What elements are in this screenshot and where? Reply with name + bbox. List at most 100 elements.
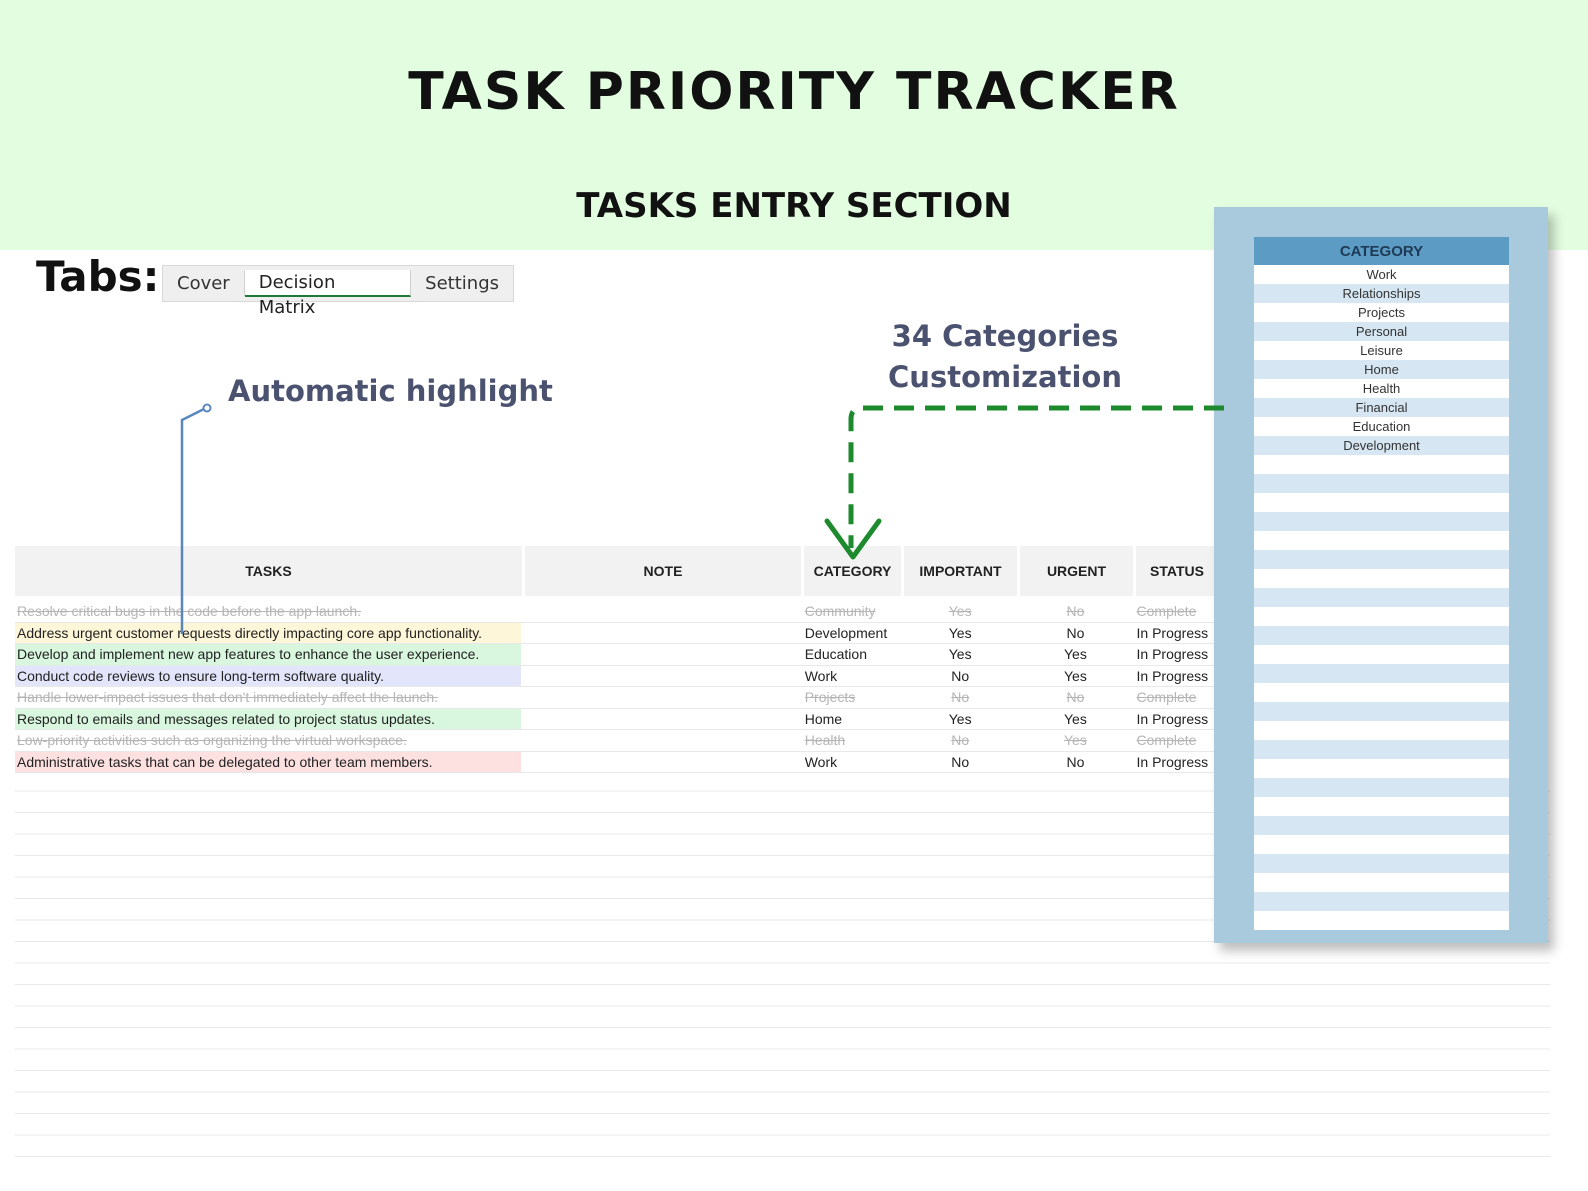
cell-urgent[interactable]: Yes	[1019, 709, 1131, 730]
category-empty-row[interactable]	[1254, 455, 1509, 474]
category-empty-row[interactable]	[1254, 683, 1509, 702]
cell-note[interactable]	[524, 644, 800, 665]
category-empty-row[interactable]	[1254, 512, 1509, 531]
cell-status[interactable]: In Progress	[1135, 709, 1218, 730]
category-item[interactable]: Financial	[1254, 398, 1509, 417]
category-empty-row[interactable]	[1254, 721, 1509, 740]
tab-cover[interactable]: Cover	[163, 271, 245, 296]
cell-note[interactable]	[524, 709, 800, 730]
cell-note[interactable]	[524, 752, 800, 773]
cell-status[interactable]: Complete	[1135, 730, 1218, 751]
header-category[interactable]: CATEGORY	[804, 546, 901, 596]
cell-urgent[interactable]: Yes	[1019, 644, 1131, 665]
cell-status[interactable]: In Progress	[1135, 666, 1218, 687]
cell-urgent[interactable]: No	[1019, 687, 1131, 708]
category-item[interactable]: Home	[1254, 360, 1509, 379]
cell-urgent[interactable]: No	[1019, 623, 1131, 644]
cell-task[interactable]: Develop and implement new app features t…	[15, 644, 521, 665]
header-note[interactable]: NOTE	[525, 546, 801, 596]
table-row[interactable]: Conduct code reviews to ensure long-term…	[15, 665, 1221, 687]
cell-category[interactable]: Community	[803, 601, 901, 622]
cell-status[interactable]: In Progress	[1135, 644, 1218, 665]
category-empty-row[interactable]	[1254, 854, 1509, 873]
table-row[interactable]: Address urgent customer requests directl…	[15, 622, 1221, 644]
category-item[interactable]: Relationships	[1254, 284, 1509, 303]
cell-status[interactable]: Complete	[1135, 687, 1218, 708]
cell-important[interactable]: Yes	[904, 601, 1016, 622]
table-row[interactable]: Resolve critical bugs in the code before…	[15, 601, 1221, 623]
header-urgent[interactable]: URGENT	[1020, 546, 1133, 596]
tab-decision-matrix[interactable]: Decision Matrix	[244, 270, 412, 318]
category-empty-row[interactable]	[1254, 664, 1509, 683]
cell-task[interactable]: Handle lower-impact issues that don't im…	[15, 687, 521, 708]
table-row[interactable]: Administrative tasks that can be delegat…	[15, 751, 1221, 773]
table-row[interactable]: Low-priority activities such as organizi…	[15, 730, 1221, 752]
category-empty-row[interactable]	[1254, 626, 1509, 645]
category-empty-row[interactable]	[1254, 569, 1509, 588]
cell-task[interactable]: Administrative tasks that can be delegat…	[15, 751, 521, 772]
category-empty-row[interactable]	[1254, 892, 1509, 911]
cell-important[interactable]: No	[904, 666, 1016, 687]
category-empty-row[interactable]	[1254, 835, 1509, 854]
category-empty-row[interactable]	[1254, 911, 1509, 930]
header-important[interactable]: IMPORTANT	[904, 546, 1017, 596]
cell-urgent[interactable]: Yes	[1019, 730, 1131, 751]
cell-status[interactable]: In Progress	[1135, 752, 1218, 773]
cell-note[interactable]	[524, 687, 800, 708]
cell-category[interactable]: Education	[803, 644, 901, 665]
cell-important[interactable]: No	[904, 687, 1016, 708]
cell-urgent[interactable]: No	[1019, 752, 1131, 773]
cell-important[interactable]: Yes	[904, 709, 1016, 730]
cell-task[interactable]: Respond to emails and messages related t…	[15, 708, 521, 729]
category-item[interactable]: Health	[1254, 379, 1509, 398]
category-empty-row[interactable]	[1254, 531, 1509, 550]
cell-important[interactable]: No	[904, 752, 1016, 773]
tab-settings[interactable]: Settings	[411, 271, 513, 296]
cell-task[interactable]: Address urgent customer requests directl…	[15, 622, 521, 643]
cell-category[interactable]: Work	[803, 752, 901, 773]
table-row[interactable]: Respond to emails and messages related t…	[15, 708, 1221, 730]
cell-important[interactable]: Yes	[904, 623, 1016, 644]
category-empty-row[interactable]	[1254, 797, 1509, 816]
category-empty-row[interactable]	[1254, 778, 1509, 797]
cell-important[interactable]: No	[904, 730, 1016, 751]
cell-category[interactable]: Work	[803, 666, 901, 687]
cell-urgent[interactable]: No	[1019, 601, 1131, 622]
cell-task[interactable]: Low-priority activities such as organizi…	[15, 730, 521, 751]
category-item[interactable]: Work	[1254, 265, 1509, 284]
header-tasks[interactable]: TASKS	[15, 546, 522, 596]
cell-task[interactable]: Resolve critical bugs in the code before…	[15, 601, 521, 622]
category-empty-row[interactable]	[1254, 493, 1509, 512]
category-empty-row[interactable]	[1254, 607, 1509, 626]
category-item[interactable]: Projects	[1254, 303, 1509, 322]
category-item[interactable]: Personal	[1254, 322, 1509, 341]
category-item[interactable]: Leisure	[1254, 341, 1509, 360]
cell-urgent[interactable]: Yes	[1019, 666, 1131, 687]
cell-status[interactable]: In Progress	[1135, 623, 1218, 644]
cell-category[interactable]: Health	[803, 730, 901, 751]
table-row[interactable]: Develop and implement new app features t…	[15, 644, 1221, 666]
cell-note[interactable]	[524, 730, 800, 751]
table-row[interactable]: Handle lower-impact issues that don't im…	[15, 687, 1221, 709]
cell-important[interactable]: Yes	[904, 644, 1016, 665]
cell-note[interactable]	[524, 666, 800, 687]
category-empty-row[interactable]	[1254, 873, 1509, 892]
header-status[interactable]: STATUS	[1136, 546, 1218, 596]
category-empty-row[interactable]	[1254, 740, 1509, 759]
cell-category[interactable]: Home	[803, 709, 901, 730]
cell-category[interactable]: Projects	[803, 687, 901, 708]
category-empty-row[interactable]	[1254, 816, 1509, 835]
category-item[interactable]: Development	[1254, 436, 1509, 455]
category-item[interactable]: Education	[1254, 417, 1509, 436]
category-empty-row[interactable]	[1254, 702, 1509, 721]
cell-task[interactable]: Conduct code reviews to ensure long-term…	[15, 665, 521, 686]
cell-status[interactable]: Complete	[1135, 601, 1218, 622]
cell-note[interactable]	[524, 601, 800, 622]
category-empty-row[interactable]	[1254, 474, 1509, 493]
cell-category[interactable]: Development	[803, 623, 901, 644]
category-empty-row[interactable]	[1254, 588, 1509, 607]
cell-note[interactable]	[524, 623, 800, 644]
category-empty-row[interactable]	[1254, 759, 1509, 778]
category-empty-row[interactable]	[1254, 550, 1509, 569]
category-empty-row[interactable]	[1254, 645, 1509, 664]
